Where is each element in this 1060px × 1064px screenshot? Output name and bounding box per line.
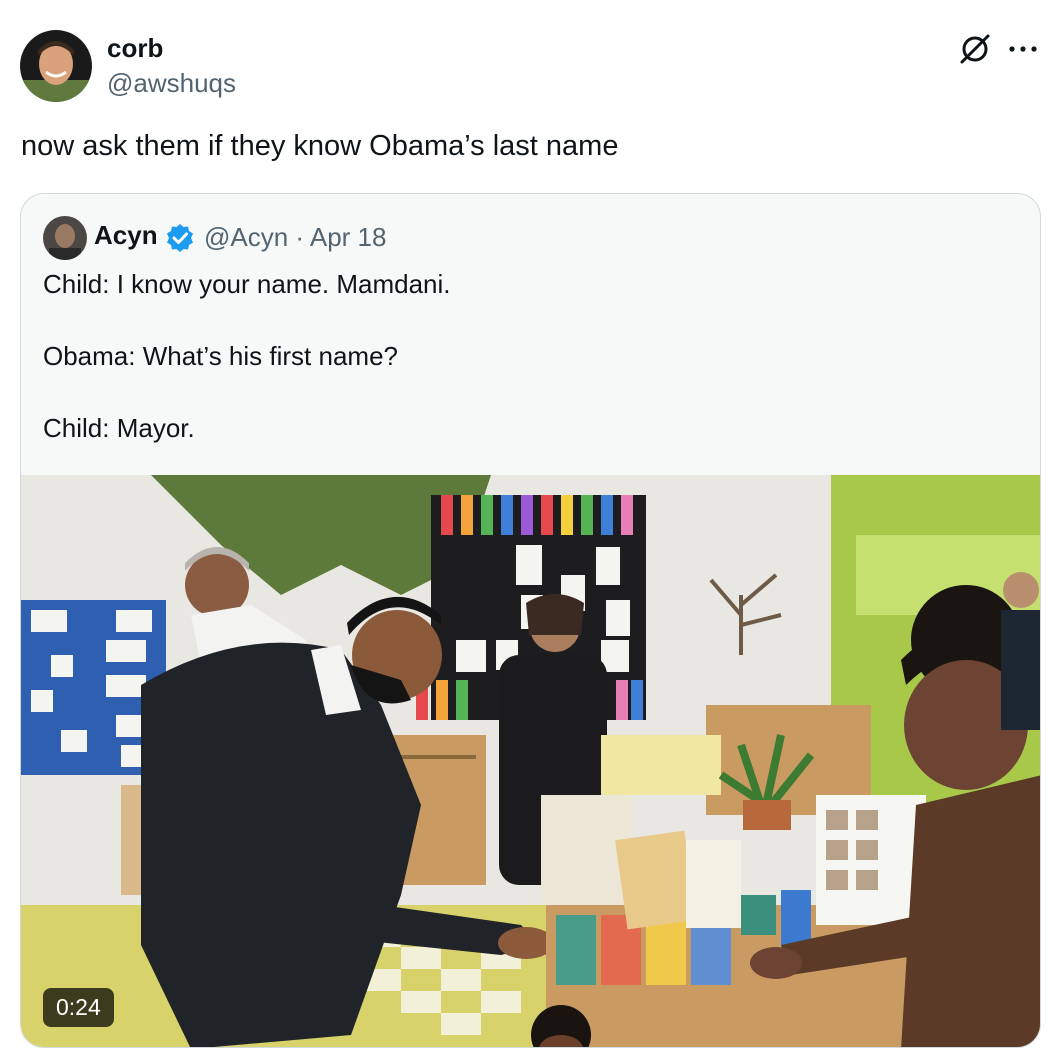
verified-badge-icon: [165, 223, 195, 253]
author-handle[interactable]: @awshuqs: [107, 68, 236, 99]
tweet-text: now ask them if they know Obama’s last n…: [21, 130, 619, 162]
avatar[interactable]: [20, 30, 92, 102]
video-thumbnail[interactable]: 0:24: [21, 475, 1040, 1047]
quoted-line-2: Obama: What’s his first name?: [43, 341, 398, 371]
grok-icon[interactable]: [958, 32, 992, 66]
author-display-name[interactable]: corb: [107, 33, 163, 64]
quoted-avatar[interactable]: [43, 216, 87, 260]
video-duration-badge: 0:24: [43, 988, 114, 1027]
quoted-tweet[interactable]: Acyn @Acyn · Apr 18 Child: I know your n…: [20, 193, 1041, 1048]
quoted-handle-date: @Acyn · Apr 18: [204, 222, 387, 252]
quoted-line-1: Child: I know your name. Mamdani.: [43, 269, 451, 299]
quoted-display-name[interactable]: Acyn: [94, 220, 158, 251]
more-icon[interactable]: [1008, 36, 1038, 62]
quoted-line-3: Child: Mayor.: [43, 413, 195, 443]
